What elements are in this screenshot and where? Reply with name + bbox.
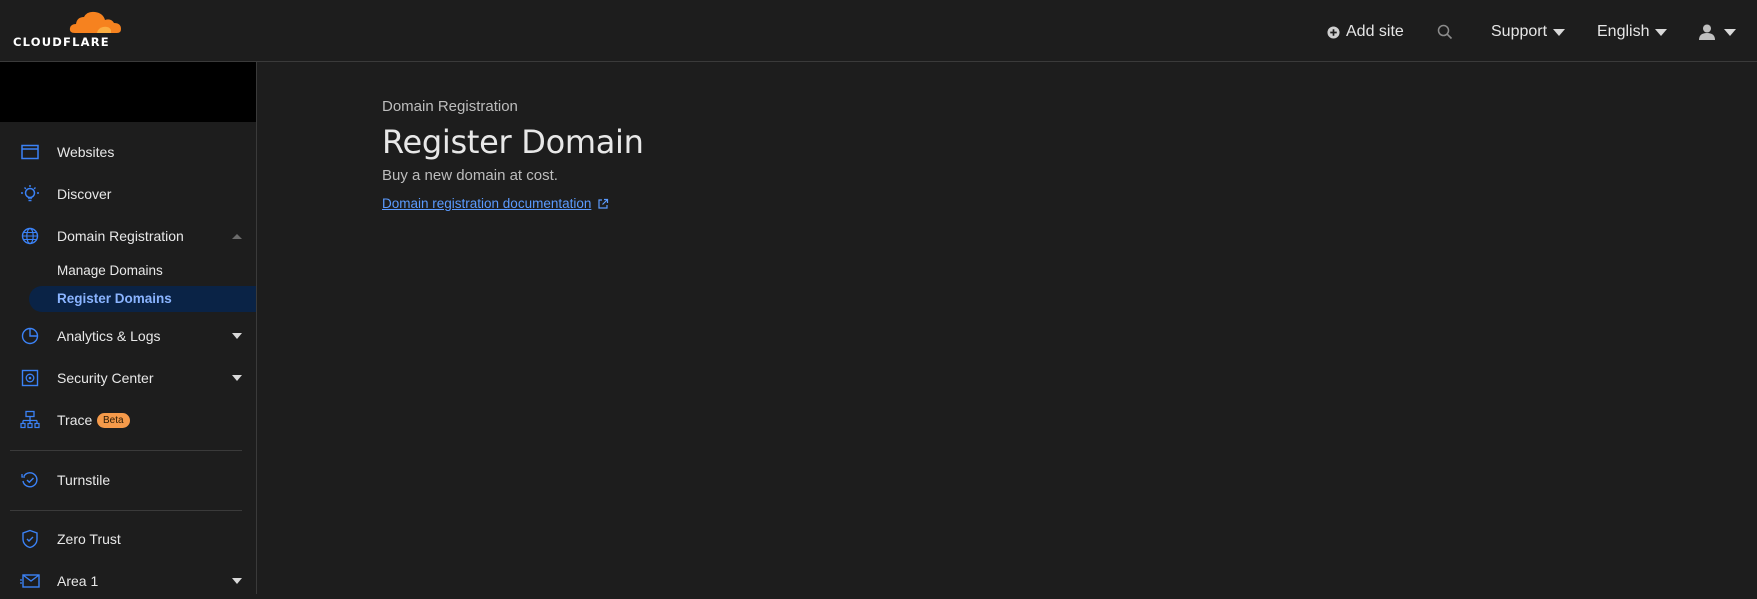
trace-network-icon — [20, 410, 40, 430]
chevron-down-icon[interactable] — [232, 375, 242, 381]
globe-icon — [20, 226, 40, 246]
cloud-icon — [69, 11, 121, 33]
logo-wordmark: CLOUDFLARE — [13, 35, 110, 49]
sidebar-item-label: Zero Trust — [57, 531, 121, 547]
sidebar-item-label: Domain Registration — [57, 228, 184, 244]
sidebar-item-discover[interactable]: Discover — [0, 176, 256, 212]
language-dropdown[interactable]: English — [1597, 20, 1668, 44]
sidebar-item-label: Websites — [57, 144, 115, 160]
sidebar-divider — [10, 450, 242, 451]
top-bar: CLOUDFLARE Add site Support English — [0, 0, 1757, 62]
page-subtitle: Buy a new domain at cost. — [382, 167, 558, 184]
cloudflare-logo[interactable]: CLOUDFLARE — [13, 11, 123, 51]
search-button[interactable] — [1437, 20, 1453, 44]
sidebar-subitem-label: Manage Domains — [57, 263, 163, 278]
sidebar-divider — [10, 510, 242, 511]
sidebar-item-label: Security Center — [57, 370, 154, 386]
sidebar-item-security-center[interactable]: Security Center — [0, 360, 256, 396]
user-menu[interactable] — [1698, 20, 1736, 44]
support-label: Support — [1491, 23, 1548, 40]
sidebar-item-analytics-logs[interactable]: Analytics & Logs — [0, 318, 256, 354]
turnstile-check-icon — [20, 470, 40, 490]
breadcrumb: Domain Registration — [382, 98, 518, 115]
page-title: Register Domain — [382, 123, 644, 161]
sidebar-item-label: Turnstile — [57, 472, 111, 488]
sidebar-item-label: Trace — [57, 412, 93, 428]
language-label: English — [1597, 23, 1650, 40]
zero-trust-shield-icon — [20, 529, 40, 549]
chevron-down-icon — [1724, 28, 1736, 36]
sidebar-item-turnstile[interactable]: Turnstile — [0, 462, 256, 498]
sidebar: Websites Discover Domain Registration Ma… — [0, 62, 257, 594]
main-content: Domain Registration Register Domain Buy … — [382, 98, 644, 211]
sidebar-item-label: Analytics & Logs — [57, 328, 161, 344]
chevron-up-icon[interactable] — [232, 233, 242, 239]
sidebar-item-label: Discover — [57, 186, 112, 202]
plus-circle-icon — [1327, 25, 1340, 39]
chevron-down-icon[interactable] — [232, 578, 242, 584]
user-avatar-icon — [1699, 24, 1715, 40]
lightbulb-icon — [20, 184, 40, 204]
sidebar-item-label: Area 1 — [57, 573, 99, 589]
add-site-button[interactable]: Add site — [1327, 20, 1404, 44]
chevron-down-icon — [1553, 28, 1566, 36]
sidebar-subitem-register-domains[interactable]: Register Domains — [0, 286, 256, 312]
documentation-link-label: Domain registration documentation — [382, 196, 592, 211]
sidebar-subitem-label: Register Domains — [57, 291, 172, 306]
chevron-down-icon — [1655, 28, 1668, 36]
sidebar-item-trace[interactable]: Trace Beta — [0, 402, 256, 438]
documentation-link[interactable]: Domain registration documentation — [382, 196, 644, 211]
account-selector[interactable] — [0, 62, 256, 122]
chevron-down-icon[interactable] — [232, 333, 242, 339]
support-dropdown[interactable]: Support — [1491, 20, 1566, 44]
security-shield-icon — [20, 368, 40, 388]
add-site-label: Add site — [1346, 23, 1404, 40]
external-link-icon — [598, 198, 609, 209]
sidebar-item-zero-trust[interactable]: Zero Trust — [0, 521, 256, 557]
beta-badge: Beta — [97, 412, 130, 428]
sidebar-subitem-manage-domains[interactable]: Manage Domains — [0, 258, 256, 284]
sidebar-item-websites[interactable]: Websites — [0, 134, 256, 170]
pie-chart-icon — [20, 326, 40, 346]
search-icon — [1437, 24, 1453, 40]
sidebar-item-domain-registration[interactable]: Domain Registration — [0, 218, 256, 254]
browser-window-icon — [20, 142, 40, 162]
mail-icon — [20, 571, 40, 591]
